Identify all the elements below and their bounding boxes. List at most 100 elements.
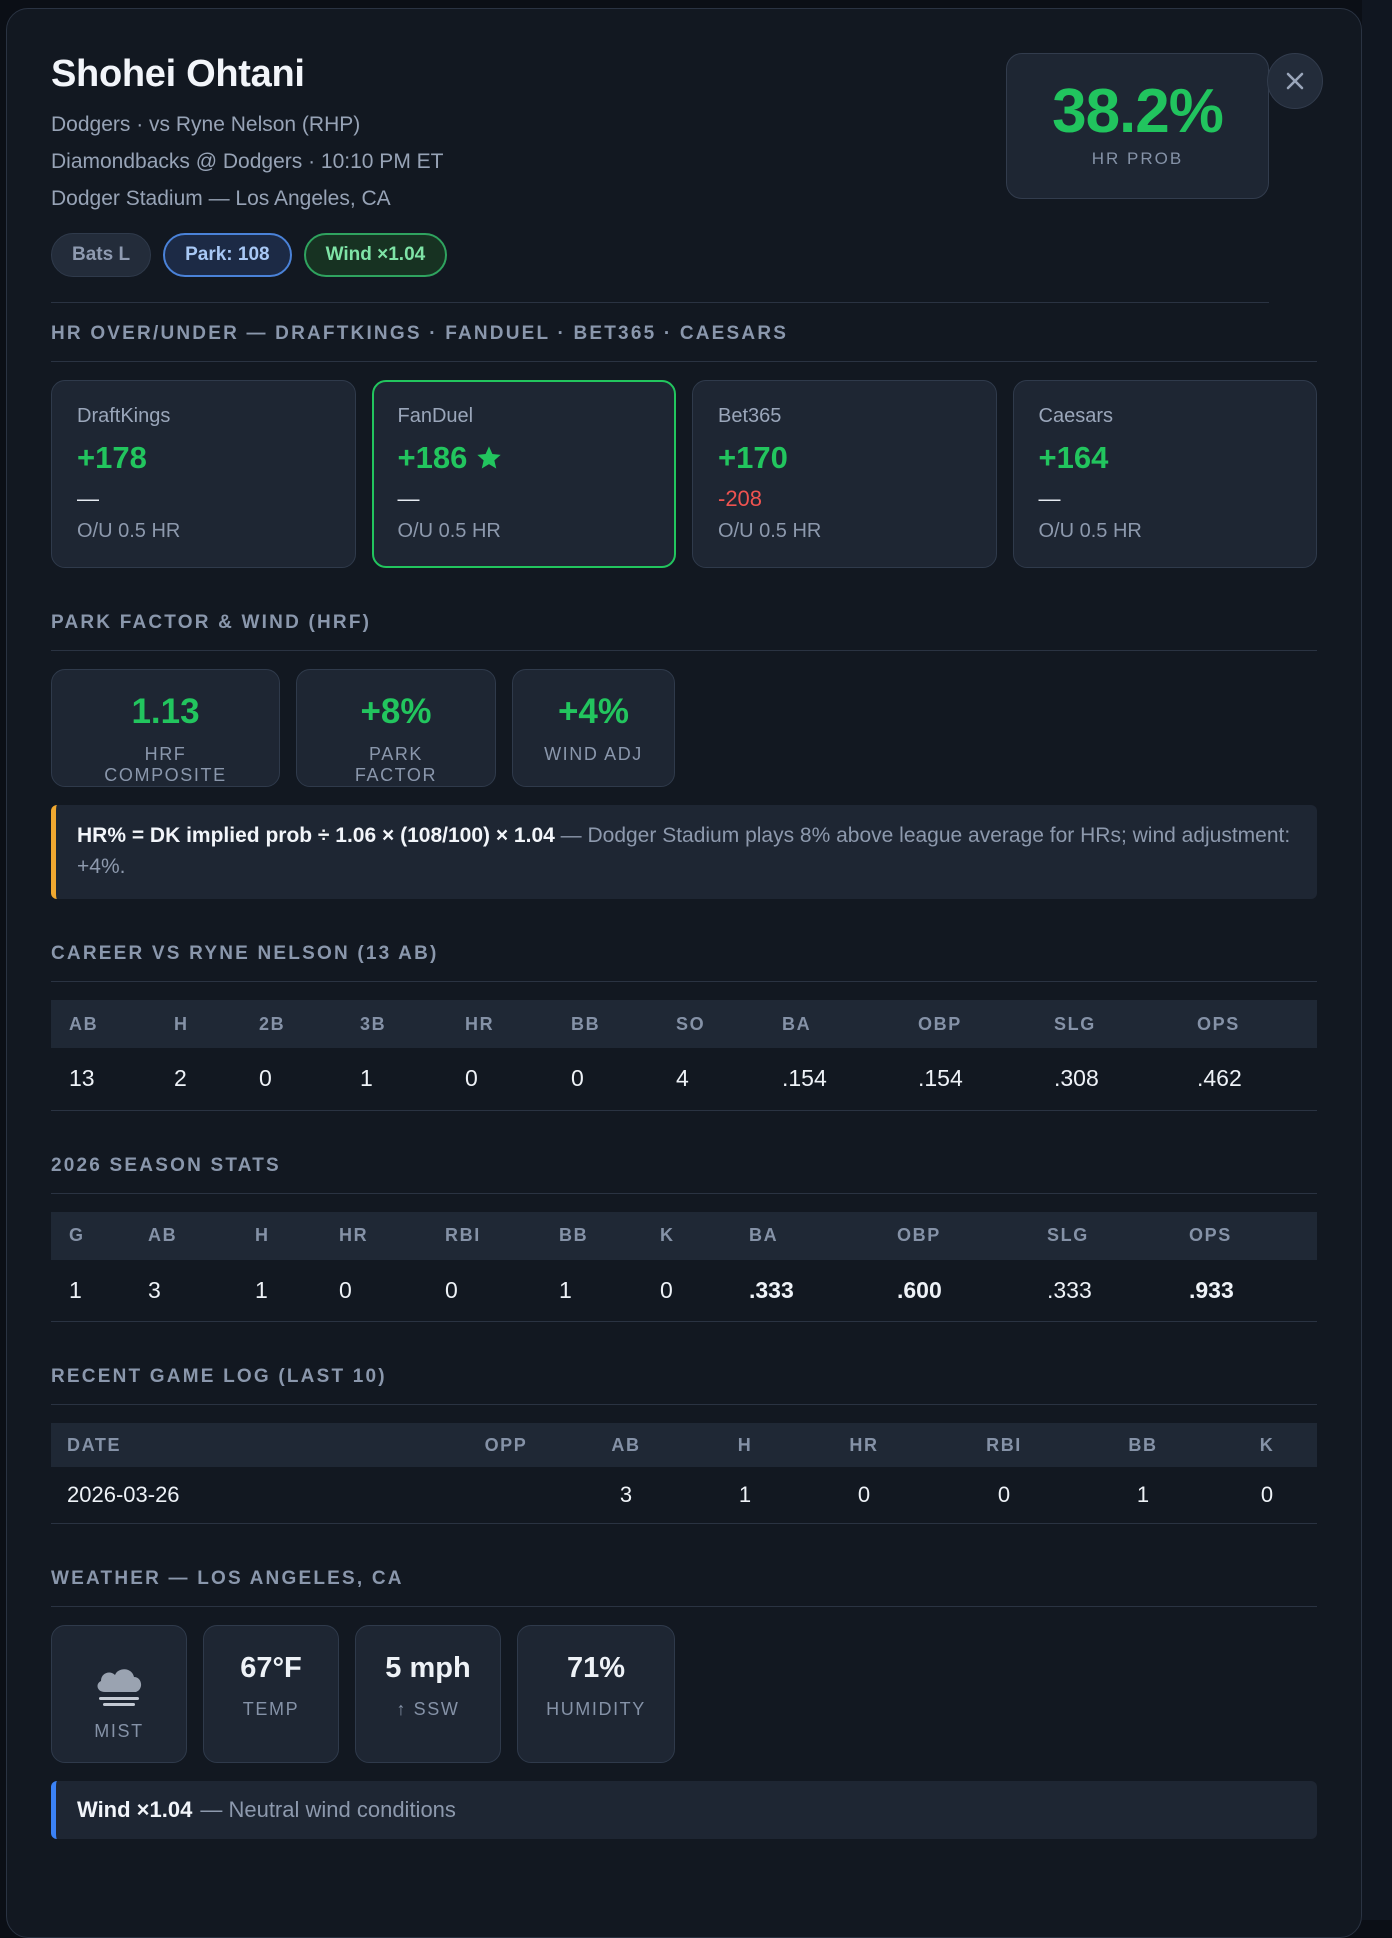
book-card-caesars[interactable]: Caesars +164 — O/U 0.5 HR [1012, 380, 1317, 568]
table-cell: 0 [447, 1048, 553, 1111]
table-cell: 1 [541, 1259, 642, 1322]
col-header: OPP [461, 1423, 551, 1467]
col-header: OBP [879, 1211, 1029, 1260]
season-section: 2026 SEASON STATS G AB H HR RBI BB K BA … [51, 1155, 1317, 1322]
col-header: AB [51, 1000, 156, 1048]
humidity-card: 71% HUMIDITY [517, 1624, 675, 1763]
temp-value: 67°F [240, 1651, 302, 1684]
col-header: OBP [900, 1000, 1036, 1048]
weather-card-row: MIST 67°F TEMP 5 mph ↑ SSW 71% HUMIDITY [51, 1624, 1317, 1763]
table-cell: 0 [642, 1259, 731, 1322]
col-header: HR [321, 1211, 427, 1260]
park-section: PARK FACTOR & WIND (HRF) 1.13 HRF COMPOS… [51, 612, 1317, 899]
over-odds: +170 [718, 440, 788, 475]
season-section-title: 2026 SEASON STATS [51, 1155, 1317, 1194]
odds-section-title: HR OVER/UNDER — DRAFTKINGS · FANDUEL · B… [51, 323, 1317, 362]
gamelog-table: DATE OPP AB H HR RBI BB K 2026-03-26 3 1… [51, 1423, 1317, 1524]
table-cell: .333 [1029, 1259, 1171, 1322]
hr-prob-label: HR PROB [1091, 149, 1184, 168]
close-icon [1286, 72, 1304, 90]
col-header: G [51, 1211, 130, 1260]
table-header-row: G AB H HR RBI BB K BA OBP SLG OPS [51, 1211, 1317, 1260]
career-section: CAREER VS RYNE NELSON (13 AB) AB H 2B 3B… [51, 943, 1317, 1111]
col-header: RBI [427, 1211, 541, 1260]
book-card-bet365[interactable]: Bet365 +170 -208 O/U 0.5 HR [692, 380, 997, 568]
gamelog-section-title: RECENT GAME LOG (LAST 10) [51, 1366, 1317, 1405]
season-table: G AB H HR RBI BB K BA OBP SLG OPS 1 3 1 … [51, 1211, 1317, 1322]
table-cell: .308 [1036, 1048, 1179, 1111]
col-header: HR [447, 1000, 553, 1048]
hrf-composite-label: HRF COMPOSITE [104, 744, 227, 785]
park-factor-value: +8% [360, 692, 432, 731]
col-header: SLG [1029, 1211, 1171, 1260]
park-factor-label: PARK FACTOR [354, 744, 438, 785]
table-cell: 0 [427, 1259, 541, 1322]
book-card-fanduel[interactable]: FanDuel +186 — O/U 0.5 HR [371, 380, 676, 568]
table-cell: 3 [130, 1259, 237, 1322]
player-detail-modal: Shohei Ohtani Dodgers · vs Ryne Nelson (… [6, 8, 1362, 1938]
table-cell: 1 [1069, 1467, 1217, 1524]
wind-note-bold: Wind ×1.04 [77, 1796, 193, 1822]
hrf-composite-card: 1.13 HRF COMPOSITE [51, 669, 280, 787]
career-section-title: CAREER VS RYNE NELSON (13 AB) [51, 943, 1317, 982]
col-header: 3B [342, 1000, 447, 1048]
table-cell: 0 [553, 1048, 658, 1111]
wind-adj-label: WIND ADJ [544, 744, 643, 764]
hrf-composite-value: 1.13 [131, 692, 200, 731]
col-header: AB [551, 1423, 701, 1467]
under-odds: — [397, 486, 420, 511]
table-header-row: AB H 2B 3B HR BB SO BA OBP SLG OPS [51, 1000, 1317, 1048]
col-header: K [642, 1211, 731, 1260]
over-odds: +178 [77, 440, 147, 475]
table-cell [461, 1467, 551, 1524]
humidity-label: HUMIDITY [546, 1698, 646, 1719]
sportsbook-row: DraftKings +178 — O/U 0.5 HR FanDuel +18… [51, 380, 1317, 568]
col-header: AB [130, 1211, 237, 1260]
col-header: H [701, 1423, 789, 1467]
hr-prob-value: 38.2% [1052, 77, 1224, 146]
book-name: Caesars [1038, 405, 1113, 427]
col-header: BA [731, 1211, 879, 1260]
book-card-draftkings[interactable]: DraftKings +178 — O/U 0.5 HR [51, 380, 356, 568]
table-row: 2026-03-26 3 1 0 0 1 0 [51, 1467, 1317, 1524]
condition-label: MIST [94, 1720, 144, 1741]
star-icon [477, 446, 501, 469]
cloud-icon [97, 1668, 142, 1706]
table-cell: .154 [764, 1048, 900, 1111]
formula-bold: HR% = DK implied prob ÷ 1.06 × (108/100)… [77, 824, 555, 847]
table-cell: 0 [241, 1048, 342, 1111]
table-cell: 0 [789, 1467, 939, 1524]
col-header: BB [541, 1211, 642, 1260]
wind-note: Wind ×1.04 — Neutral wind conditions [51, 1780, 1317, 1839]
table-cell: 4 [658, 1048, 764, 1111]
over-odds: +164 [1038, 440, 1109, 475]
temp-card: 67°F TEMP [203, 1624, 339, 1763]
book-name: Bet365 [718, 405, 782, 427]
temp-label: TEMP [242, 1698, 300, 1719]
book-line: O/U 0.5 HR [77, 520, 181, 542]
wind-adj-value: +4% [557, 692, 630, 731]
park-factor-card: +8% PARK FACTOR [296, 669, 496, 787]
park-chip: Park: 108 [163, 233, 292, 277]
book-line: O/U 0.5 HR [397, 520, 501, 542]
col-header: RBI [939, 1423, 1069, 1467]
hrf-card-row: 1.13 HRF COMPOSITE +8% PARK FACTOR +4% W… [51, 669, 1317, 787]
player-header: Shohei Ohtani Dodgers · vs Ryne Nelson (… [51, 53, 1323, 303]
col-header: BB [1069, 1423, 1217, 1467]
col-header: HR [789, 1423, 939, 1467]
close-button[interactable] [1267, 53, 1323, 109]
table-cell: 1 [701, 1467, 789, 1524]
hr-prob-box: 38.2% HR PROB [1006, 53, 1269, 199]
chip-row: Bats L Park: 108 Wind ×1.04 [51, 233, 1317, 277]
book-name: FanDuel [397, 405, 474, 427]
bats-chip: Bats L [51, 233, 152, 277]
table-cell: 0 [939, 1467, 1069, 1524]
under-odds: — [77, 486, 99, 511]
wind-card: 5 mph ↑ SSW [355, 1624, 501, 1763]
book-line: O/U 0.5 HR [1038, 520, 1142, 542]
wind-note-text: — Neutral wind conditions [200, 1796, 456, 1822]
col-header: BB [553, 1000, 658, 1048]
over-odds: +186 [398, 440, 651, 476]
wind-chip: Wind ×1.04 [303, 233, 448, 277]
table-header-row: DATE OPP AB H HR RBI BB K [51, 1423, 1317, 1467]
